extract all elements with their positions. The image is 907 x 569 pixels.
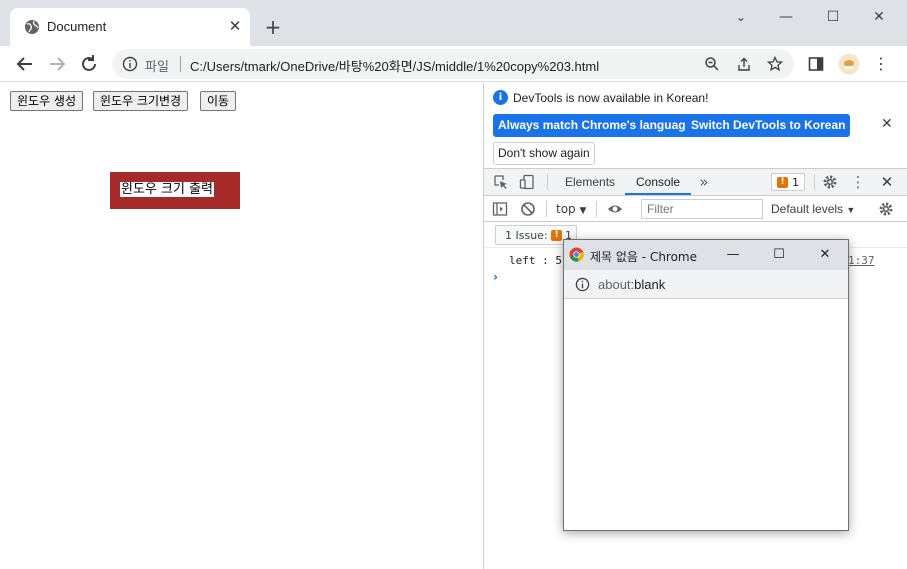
window-size-output-text: 윈도우 크기 출력 [120, 182, 214, 197]
dont-show-again-button[interactable]: Don't show again [493, 142, 595, 165]
devtools-tab-bar: Elements Console » ! 1 ⋮ ✕ [484, 169, 907, 196]
resize-window-button[interactable]: 윈도우 크기변경 [93, 91, 189, 111]
tab-strip: Document ✕ + ⌄ — ☐ ✕ [0, 0, 907, 46]
issues-chip-label: 1 Issue: [505, 229, 548, 242]
tab-close-icon[interactable]: ✕ [226, 17, 244, 35]
popup-minimize-button[interactable]: — [719, 244, 747, 266]
log-levels-value: Default levels [771, 202, 844, 216]
issues-count: 1 [792, 176, 799, 189]
side-panel-icon[interactable] [807, 55, 825, 73]
console-prompt-chevron-icon[interactable]: › [493, 270, 498, 284]
issues-counter-button[interactable]: ! 1 [771, 173, 805, 191]
clear-console-icon[interactable] [520, 201, 536, 217]
toolbar-divider [546, 201, 547, 217]
popup-url-scheme: about: [598, 277, 635, 292]
popup-close-button[interactable]: ✕ [811, 244, 839, 266]
device-toolbar-icon[interactable] [519, 174, 535, 190]
profile-avatar-icon[interactable] [838, 53, 860, 75]
popup-title: 제목 없음 - Chrome [590, 250, 698, 264]
devtools-language-banner: i DevTools is now available in Korean! A… [484, 83, 907, 169]
tab-search-icon[interactable]: ⌄ [726, 6, 756, 28]
popup-maximize-button[interactable]: ☐ [765, 244, 793, 266]
console-sidebar-icon[interactable] [492, 201, 508, 217]
minimize-button[interactable]: — [771, 6, 801, 28]
zoom-icon[interactable] [704, 56, 720, 72]
page-viewport: 윈도우 생성 윈도우 크기변경 이동 윈도우 크기 출력 [0, 83, 483, 569]
console-log-source-link[interactable]: 1:37 [848, 254, 875, 267]
browser-toolbar: 파일 C:/Users/tmark/OneDrive/바탕%20화면/JS/mi… [0, 46, 907, 82]
console-settings-gear-icon[interactable] [878, 201, 894, 217]
tab-console[interactable]: Console [636, 175, 680, 189]
dropdown-arrow-icon: ▼ [846, 205, 856, 215]
menu-kebab-icon[interactable]: ⋮ [872, 55, 890, 73]
new-tab-button[interactable]: + [262, 16, 284, 38]
url-scheme: 파일 [145, 60, 169, 75]
more-tabs-chevron-icon[interactable]: » [696, 174, 712, 190]
move-window-button[interactable]: 이동 [200, 91, 237, 111]
chrome-logo-icon [569, 247, 584, 262]
browser-tab[interactable]: Document ✕ [10, 8, 250, 46]
toolbar-divider [814, 174, 815, 190]
warning-icon: ! [551, 230, 562, 241]
close-window-button[interactable]: ✕ [864, 6, 894, 28]
popup-browser-window[interactable]: 제목 없음 - Chrome — ☐ ✕ about:blank [563, 239, 849, 531]
banner-message: DevTools is now available in Korean! [513, 91, 709, 105]
info-icon: i [493, 90, 508, 105]
url-separator [180, 56, 181, 72]
info-icon[interactable] [122, 56, 138, 72]
console-filter-input[interactable] [641, 199, 763, 219]
share-icon[interactable] [736, 56, 752, 72]
popup-titlebar[interactable]: 제목 없음 - Chrome — ☐ ✕ [564, 240, 848, 270]
match-language-button[interactable]: Always match Chrome's language [493, 114, 698, 137]
popup-address-bar[interactable]: about:blank [564, 270, 848, 299]
maximize-button[interactable]: ☐ [818, 6, 848, 28]
popup-url-text: about:blank [598, 277, 665, 292]
warning-icon: ! [777, 177, 788, 188]
execution-context-value: top [556, 202, 576, 216]
live-expression-eye-icon[interactable] [607, 201, 623, 217]
forward-icon[interactable] [46, 53, 68, 75]
tab-elements[interactable]: Elements [565, 175, 615, 189]
console-toolbar: top ▼ Default levels ▼ [484, 196, 907, 222]
toolbar-divider [547, 174, 548, 190]
bookmark-star-icon[interactable] [767, 56, 783, 72]
devtools-menu-kebab-icon[interactable]: ⋮ [850, 174, 866, 190]
address-bar[interactable]: 파일 C:/Users/tmark/OneDrive/바탕%20화면/JS/mi… [112, 49, 794, 79]
console-log-message: left : 5 [509, 254, 562, 267]
dropdown-arrow-icon: ▼ [579, 206, 587, 216]
switch-to-korean-button[interactable]: Switch DevTools to Korean [686, 114, 851, 137]
globe-icon [25, 20, 39, 34]
execution-context-select[interactable]: top ▼ [556, 202, 586, 216]
create-window-button[interactable]: 윈도우 생성 [10, 91, 84, 111]
active-tab-indicator [625, 193, 691, 195]
banner-close-icon[interactable]: ✕ [881, 116, 893, 132]
settings-gear-icon[interactable] [822, 174, 838, 190]
inspect-element-icon[interactable] [493, 174, 509, 190]
info-icon[interactable] [575, 277, 590, 292]
window-size-output-box: 윈도우 크기 출력 [110, 172, 240, 209]
log-levels-select[interactable]: Default levels ▼ [771, 202, 855, 216]
popup-url-path: blank [634, 277, 666, 292]
back-icon[interactable] [14, 53, 36, 75]
reload-icon[interactable] [78, 53, 100, 75]
url-text[interactable]: C:/Users/tmark/OneDrive/바탕%20화면/JS/middl… [190, 56, 599, 75]
toolbar-divider [596, 201, 597, 217]
devtools-close-icon[interactable]: ✕ [879, 174, 895, 190]
tab-title: Document [47, 19, 107, 34]
